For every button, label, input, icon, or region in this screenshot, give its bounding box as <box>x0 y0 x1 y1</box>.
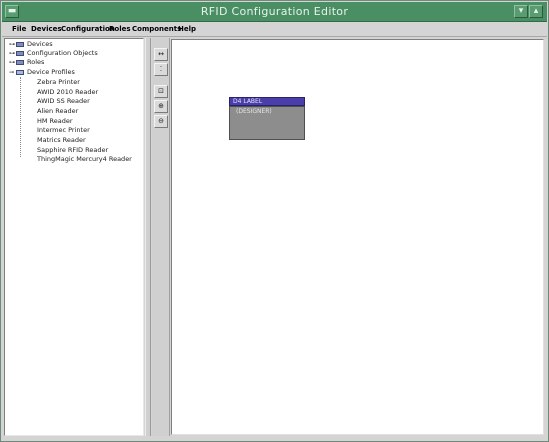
title-bar[interactable]: ▬ RFID Configuration Editor ▾ ▴ <box>2 2 547 22</box>
tree-node-label: Device Profiles <box>27 68 75 76</box>
connect-tool-button[interactable]: ⁚ <box>154 63 168 76</box>
menu-roles[interactable]: Roles <box>109 25 131 33</box>
folder-icon <box>16 42 24 47</box>
folder-icon <box>16 60 24 65</box>
tree-leaf-label: Matrics Reader <box>37 136 86 144</box>
device-node[interactable]: D4 LABEL (DESIGNER) <box>229 97 305 140</box>
tree-node-label: Devices <box>27 40 53 48</box>
tree-leaf-label: AWID 2010 Reader <box>37 88 99 96</box>
tree-leaf-label: HM Reader <box>37 117 73 125</box>
menu-components[interactable]: Components <box>132 25 181 33</box>
zoom-out-button[interactable]: ⊖ <box>154 115 168 128</box>
menu-configuration[interactable]: Configuration <box>61 25 115 33</box>
menu-help[interactable]: Help <box>178 25 196 33</box>
panel-splitter[interactable] <box>145 38 151 436</box>
menu-devices[interactable]: Devices <box>31 25 62 33</box>
window-title: RFID Configuration Editor <box>200 5 349 18</box>
tree-leaf-label: Sapphire RFID Reader <box>37 146 109 154</box>
tool-palette: ↔ ⁚ ⊡ ⊕ ⊖ <box>152 38 170 436</box>
collapse-toggle-icon[interactable]: ⊸ <box>9 70 14 76</box>
menu-bar: File Devices Configuration Roles Compone… <box>2 23 547 37</box>
maximize-button[interactable]: ▴ <box>529 5 543 18</box>
app-window: ▬ RFID Configuration Editor ▾ ▴ File Dev… <box>0 0 549 442</box>
select-tool-button[interactable]: ↔ <box>154 48 168 61</box>
device-node-body[interactable]: (DESIGNER) <box>229 106 305 140</box>
device-node-header[interactable]: D4 LABEL <box>229 97 305 106</box>
tree-node-label: Roles <box>27 58 45 66</box>
design-canvas[interactable]: D4 LABEL (DESIGNER) <box>171 39 544 435</box>
tree-leaf-label: Intermec Printer <box>37 126 90 134</box>
folder-icon <box>16 51 24 56</box>
expand-toggle-icon[interactable]: ⊶ <box>9 42 15 48</box>
tree-leaf-label: Alien Reader <box>37 107 79 115</box>
tree-connector-line <box>20 77 21 157</box>
tree-leaf-label: Zebra Printer <box>37 78 80 86</box>
device-tree-panel[interactable]: ⊶ Devices ⊶ Configuration Objects ⊶ Role… <box>4 38 144 436</box>
expand-toggle-icon[interactable]: ⊶ <box>9 51 15 57</box>
minimize-button[interactable]: ▾ <box>514 5 528 18</box>
expand-toggle-icon[interactable]: ⊶ <box>9 60 15 66</box>
open-folder-icon <box>16 70 24 75</box>
tree-leaf-label: AWID SS Reader <box>37 97 90 105</box>
tree-node-label: Configuration Objects <box>27 49 98 57</box>
menu-file[interactable]: File <box>12 25 26 33</box>
zoom-fit-button[interactable]: ⊡ <box>154 85 168 98</box>
zoom-in-button[interactable]: ⊕ <box>154 100 168 113</box>
tree-leaf-label: ThingMagic Mercury4 Reader <box>37 155 132 163</box>
